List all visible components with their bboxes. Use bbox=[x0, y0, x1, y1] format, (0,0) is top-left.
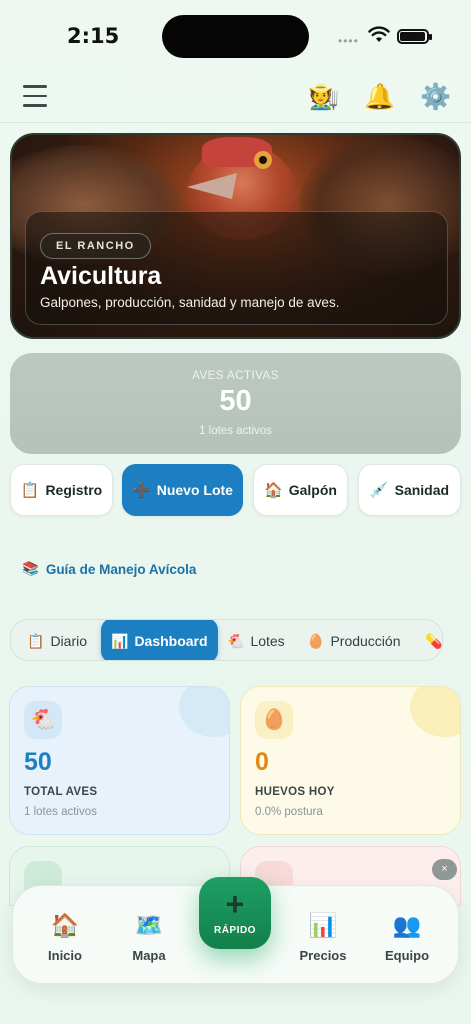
signal-dots-icon: •••• bbox=[338, 34, 359, 48]
card-value: 0 bbox=[255, 748, 269, 776]
tab-dashboard[interactable]: 📊 Dashboard bbox=[101, 620, 218, 660]
registro-button[interactable]: 📋 Registro bbox=[10, 464, 113, 516]
status-time: 2:15 bbox=[67, 24, 120, 48]
tab-label: Producción bbox=[330, 633, 401, 649]
nav-label: Inicio bbox=[48, 948, 82, 963]
tab-label: Dashboard bbox=[134, 632, 208, 649]
plus-icon: + bbox=[225, 886, 245, 922]
total-aves-card[interactable]: 🐔 50 TOTAL AVES 1 lotes activos bbox=[9, 686, 230, 835]
hamburger-menu-icon[interactable] bbox=[23, 85, 47, 109]
tab-diario[interactable]: 📋 Diario bbox=[27, 620, 88, 660]
card-value: 50 bbox=[24, 748, 52, 776]
egg-icon: 🥚 bbox=[307, 633, 325, 649]
egg-icon: 🥚 bbox=[255, 701, 293, 739]
nav-mapa[interactable]: 🗺️ Mapa bbox=[114, 910, 184, 963]
farmer-icon[interactable]: 🧑‍🌾 bbox=[308, 82, 339, 112]
books-icon: 📚 bbox=[22, 561, 39, 576]
chicken-eye-icon bbox=[254, 151, 272, 169]
sanidad-label: Sanidad bbox=[394, 482, 450, 498]
header-divider bbox=[0, 122, 471, 123]
hero-tag: EL RANCHO bbox=[40, 233, 151, 259]
pill-icon: 💊 bbox=[425, 633, 443, 649]
nuevo-lote-label: Nuevo Lote bbox=[156, 482, 233, 498]
card-sub: 1 lotes activos bbox=[24, 806, 97, 818]
chicken-beak-icon bbox=[187, 173, 237, 199]
tab-label: Lotes bbox=[250, 633, 285, 649]
clipboard-icon: 📋 bbox=[27, 633, 45, 649]
hero-banner: EL RANCHO Avicultura Galpones, producció… bbox=[10, 133, 461, 339]
nav-precios[interactable]: 📊 Precios bbox=[288, 910, 358, 963]
active-birds-card: AVES ACTIVAS 50 1 lotes activos bbox=[10, 353, 461, 454]
tab-lotes[interactable]: 🐔 Lotes bbox=[227, 620, 285, 660]
map-icon: 🗺️ bbox=[134, 912, 164, 938]
syringe-icon: 💉 bbox=[369, 482, 389, 499]
house-icon: 🏠 bbox=[264, 482, 283, 499]
clipboard-icon: 📋 bbox=[20, 482, 40, 499]
team-icon: 👥 bbox=[392, 912, 422, 938]
hero-subtitle: Galpones, producción, sanidad y manejo d… bbox=[40, 295, 340, 310]
quick-action-button[interactable]: + RÁPIDO bbox=[199, 877, 271, 949]
bell-icon[interactable]: 🔔 bbox=[364, 82, 395, 112]
nav-label: Equipo bbox=[384, 948, 430, 963]
chicken-icon: 🐔 bbox=[24, 701, 62, 739]
tab-produccion[interactable]: 🥚 Producción bbox=[307, 620, 401, 660]
gear-icon[interactable]: ⚙️ bbox=[420, 82, 451, 112]
nuevo-lote-button[interactable]: ➕ Nuevo Lote bbox=[122, 464, 243, 516]
nav-equipo[interactable]: 👥 Equipo bbox=[372, 910, 442, 963]
dynamic-island bbox=[162, 15, 309, 58]
nav-label: Precios bbox=[299, 948, 347, 963]
huevos-hoy-card[interactable]: 🥚 0 HUEVOS HOY 0.0% postura bbox=[240, 686, 461, 835]
fab-label: RÁPIDO bbox=[214, 925, 256, 936]
stats-value: 50 bbox=[219, 385, 252, 417]
galpon-button[interactable]: 🏠 Galpón bbox=[253, 464, 348, 516]
chart-icon: 📊 bbox=[308, 912, 338, 938]
plus-icon: ➕ bbox=[132, 482, 151, 499]
nav-inicio[interactable]: 🏠 Inicio bbox=[30, 910, 100, 963]
guide-link[interactable]: 📚 Guía de Manejo Avícola bbox=[22, 561, 196, 577]
tab-bar: 📋 Diario 📊 Dashboard 🐔 Lotes 🥚 Producció… bbox=[10, 619, 443, 661]
home-icon: 🏠 bbox=[50, 912, 80, 938]
chart-icon: 📊 bbox=[111, 632, 129, 649]
sanidad-button[interactable]: 💉 Sanidad bbox=[358, 464, 461, 516]
tab-sanidad-partial[interactable]: 💊 bbox=[425, 620, 443, 660]
card-label: TOTAL AVES bbox=[24, 786, 98, 798]
stats-sub: 1 lotes activos bbox=[199, 425, 272, 437]
registro-label: Registro bbox=[45, 482, 103, 498]
hero-title: Avicultura bbox=[40, 262, 162, 290]
card-sub: 0.0% postura bbox=[255, 806, 323, 818]
guide-label: Guía de Manejo Avícola bbox=[45, 561, 197, 577]
close-button[interactable]: × bbox=[432, 859, 457, 880]
chicken-icon: 🐔 bbox=[227, 633, 245, 649]
wifi-icon bbox=[368, 26, 390, 42]
battery-icon bbox=[397, 29, 432, 44]
galpon-label: Galpón bbox=[288, 482, 337, 498]
tab-label: Diario bbox=[50, 633, 88, 649]
stats-label: AVES ACTIVAS bbox=[192, 370, 279, 382]
nav-label: Mapa bbox=[132, 948, 166, 963]
card-label: HUEVOS HOY bbox=[255, 786, 335, 798]
